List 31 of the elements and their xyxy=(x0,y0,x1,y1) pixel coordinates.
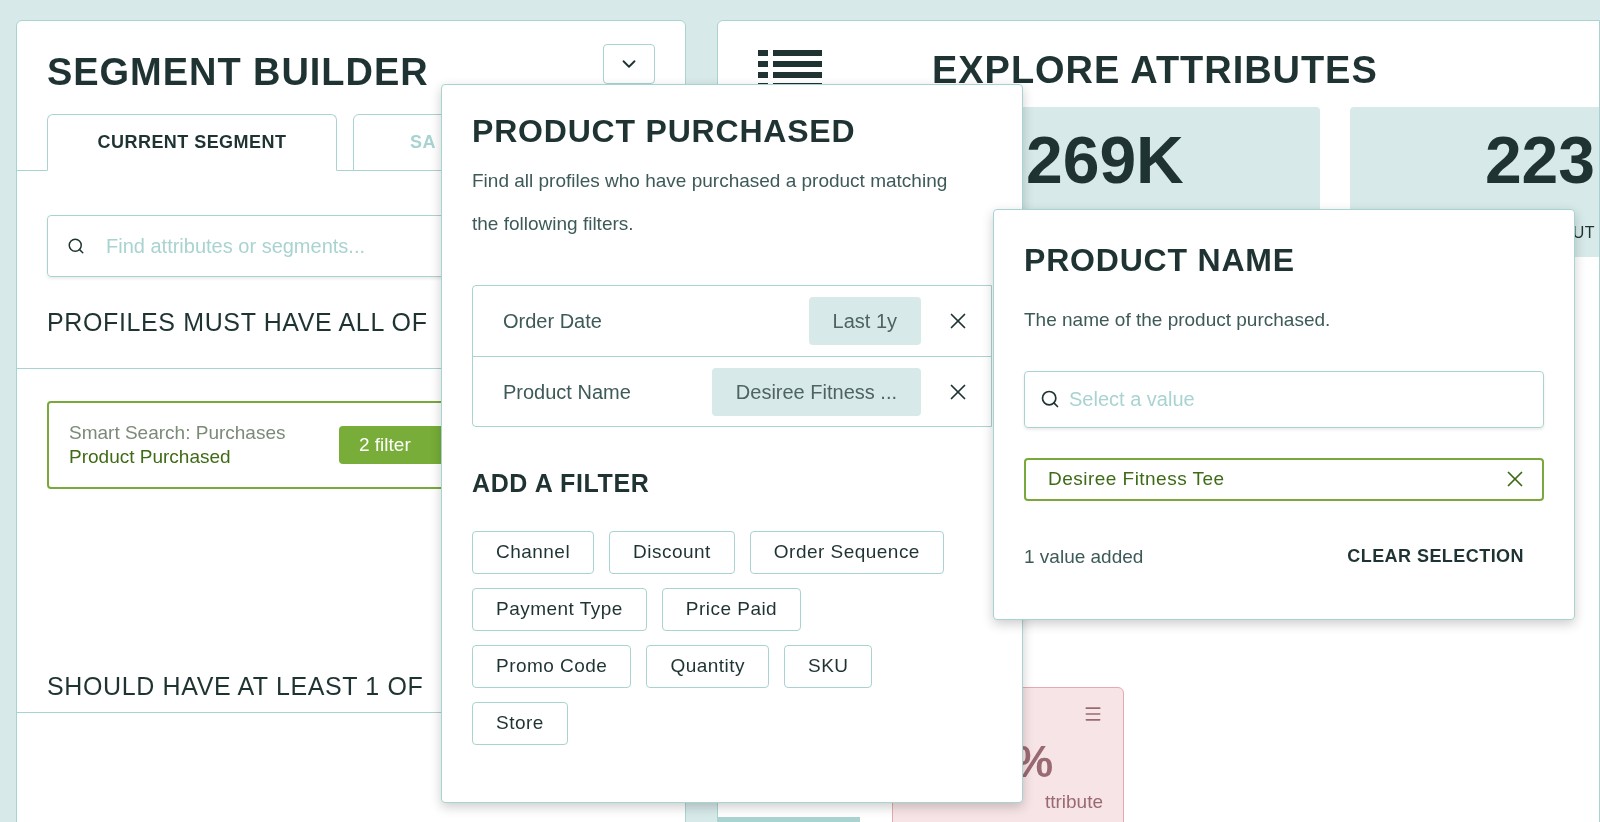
filter-label: Order Date xyxy=(503,309,603,334)
popover-description: The name of the product purchased. xyxy=(1024,308,1332,332)
attribute-label: ttribute xyxy=(1044,790,1103,814)
filter-option-button[interactable]: Channel xyxy=(472,530,595,574)
stat-value: 269K xyxy=(1026,127,1185,193)
filter-value-chip[interactable]: Desiree Fitness ... xyxy=(711,367,921,416)
filter-option-button[interactable]: Discount xyxy=(609,530,735,574)
filter-option-button[interactable]: Price Paid xyxy=(661,587,802,631)
selected-value-chip[interactable]: Desiree Fitness Tee xyxy=(1024,457,1544,501)
condition-source: Smart Search: Purchases xyxy=(69,421,287,445)
filter-option-button[interactable]: Promo Code xyxy=(472,644,632,688)
panel-title: SEGMENT BUILDER xyxy=(47,53,429,91)
tab[interactable]: CURRENT SEGMENT xyxy=(47,114,337,171)
filter-label: Product Name xyxy=(503,379,632,405)
filter-option-button[interactable]: Payment Type xyxy=(472,587,647,631)
section-heading: ADD A FILTER xyxy=(472,468,651,499)
condition-name: Product Purchased xyxy=(69,445,232,469)
popover-title: PRODUCT PURCHASED xyxy=(472,115,857,147)
filter-option-button[interactable]: Quantity xyxy=(646,644,769,688)
section-heading: PROFILES MUST HAVE ALL OF xyxy=(47,306,428,338)
clear-selection-button[interactable]: CLEAR SELECTION xyxy=(1347,543,1524,571)
filter-value-chip[interactable]: Last 1y xyxy=(808,297,921,345)
filter-option-button[interactable]: SKU xyxy=(784,644,873,688)
value-search-field[interactable]: Select a value xyxy=(1024,370,1544,428)
panel-title: EXPLORE ATTRIBUTES xyxy=(932,51,1378,89)
selected-value: Desiree Fitness Tee xyxy=(1048,466,1226,491)
stat-value: 223 xyxy=(1484,127,1595,193)
section-heading: SHOULD HAVE AT LEAST 1 OF xyxy=(47,670,424,702)
value-count: 1 value added xyxy=(1024,544,1144,569)
filter-option-button[interactable]: Store xyxy=(472,701,568,745)
filter-option-button[interactable]: Order Sequence xyxy=(749,530,944,574)
